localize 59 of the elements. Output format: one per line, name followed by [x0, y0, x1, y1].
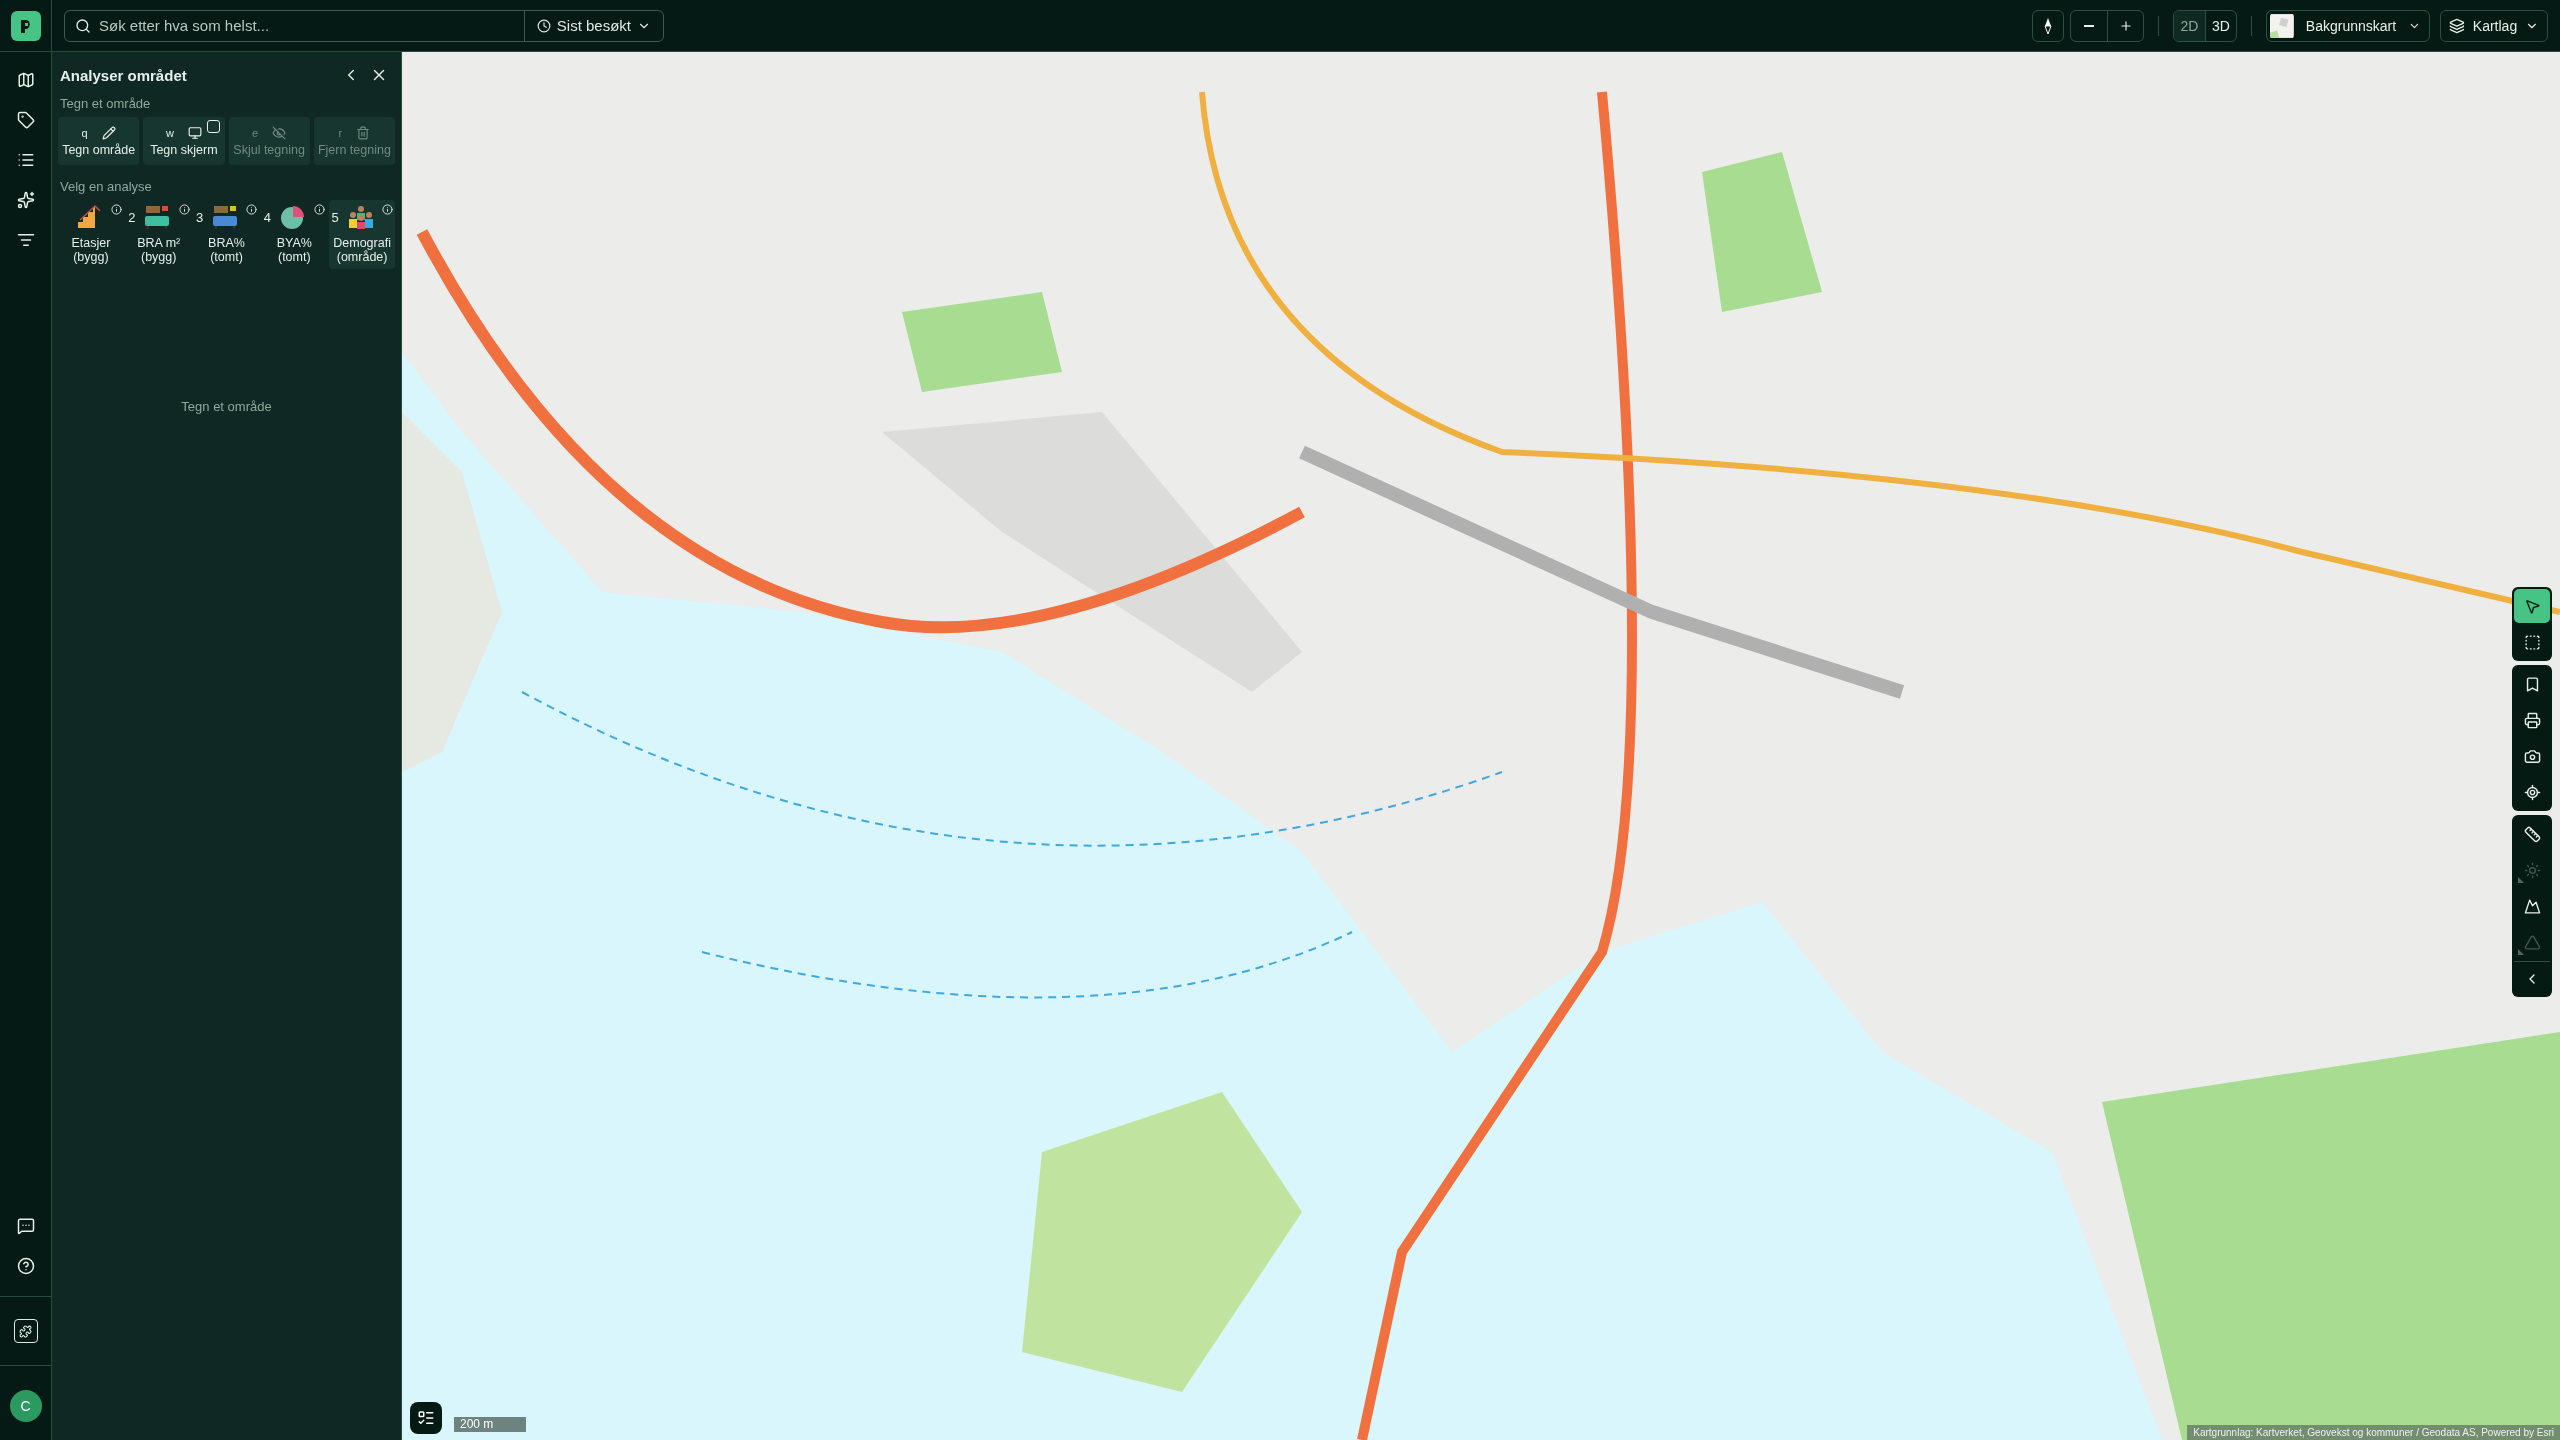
sun-icon [2523, 861, 2541, 879]
map-tool-button[interactable] [2514, 589, 2550, 623]
layers-icon [2449, 17, 2465, 34]
panel-title: Analyser området [60, 66, 188, 84]
info-icon[interactable] [110, 204, 122, 215]
trash-icon [356, 125, 371, 140]
view-mode-button[interactable]: 3D [2205, 10, 2236, 41]
legend-button[interactable] [410, 1402, 442, 1434]
view-mode-button[interactable]: 2D [2174, 10, 2205, 41]
sofa-icon [210, 204, 240, 230]
ruler-icon [2523, 825, 2541, 843]
plugin-button[interactable] [13, 1319, 38, 1343]
compass-button[interactable] [2032, 9, 2064, 42]
info-icon[interactable] [314, 204, 326, 215]
search-field[interactable]: Søk etter hva som helst... Sist besøkt [64, 9, 664, 42]
eye-off-icon [272, 125, 287, 140]
dashed-square-icon [2523, 633, 2541, 651]
camera-icon [2523, 747, 2541, 765]
info-icon[interactable] [382, 204, 393, 215]
layers-dropdown[interactable]: Kartlag [2440, 9, 2548, 42]
scale-bar: 200 m [454, 1417, 526, 1432]
analysis-option[interactable]: 3 BRA% (tomt) [193, 200, 260, 269]
analysis-option[interactable]: Etasjer (bygg) [58, 200, 124, 269]
corner-mark-icon [2518, 949, 2524, 955]
empty-message: Tegn et område [181, 398, 272, 414]
plus-icon [2118, 18, 2133, 33]
compass-icon [2043, 16, 2053, 35]
people-icon [346, 204, 375, 230]
clock-icon [536, 18, 551, 33]
recent-dropdown[interactable]: Sist besøkt [523, 10, 663, 41]
draw-tool-button[interactable]: q Tegn område [58, 117, 140, 165]
section-label: Velg en analyse [60, 179, 153, 194]
puzzle-icon [19, 1324, 32, 1338]
analysis-option[interactable]: 5 Demografi (område) [329, 200, 395, 269]
basemap-dropdown[interactable]: Bakgrunnskart [2266, 9, 2430, 42]
monitor-icon [187, 125, 202, 140]
app-logo[interactable] [10, 10, 41, 41]
legend-icon [417, 1409, 435, 1427]
basemap-thumbnail-icon [2270, 12, 2294, 39]
info-icon[interactable] [246, 204, 258, 215]
checkbox[interactable] [206, 120, 220, 133]
minus-icon [2084, 24, 2094, 27]
printer-icon [2523, 711, 2541, 729]
info-icon[interactable] [178, 204, 190, 215]
section-label: Tegn et område [60, 96, 152, 111]
mountain-icon [2523, 897, 2541, 915]
stairs-icon [76, 204, 103, 230]
corner-mark-icon [2518, 877, 2524, 883]
locate-icon [2523, 783, 2541, 801]
analysis-option[interactable]: 2 BRA m² (bygg) [125, 200, 192, 269]
triangle-icon [2523, 933, 2541, 951]
draw-tool-button[interactable]: w Tegn skjerm [143, 117, 225, 165]
pointer-icon [2523, 597, 2541, 615]
pie-chart-icon [279, 204, 306, 230]
user-avatar[interactable]: C [9, 1390, 42, 1422]
search-icon [75, 17, 91, 34]
attribution-text: Kartgrunnlag: Kartverket, Geovekst og kommuner / Geodata AS, Powered by Esri [2187, 1425, 2560, 1440]
analysis-option[interactable]: 4 BYA% (tomt) [261, 200, 328, 269]
pencil-icon [101, 125, 116, 140]
